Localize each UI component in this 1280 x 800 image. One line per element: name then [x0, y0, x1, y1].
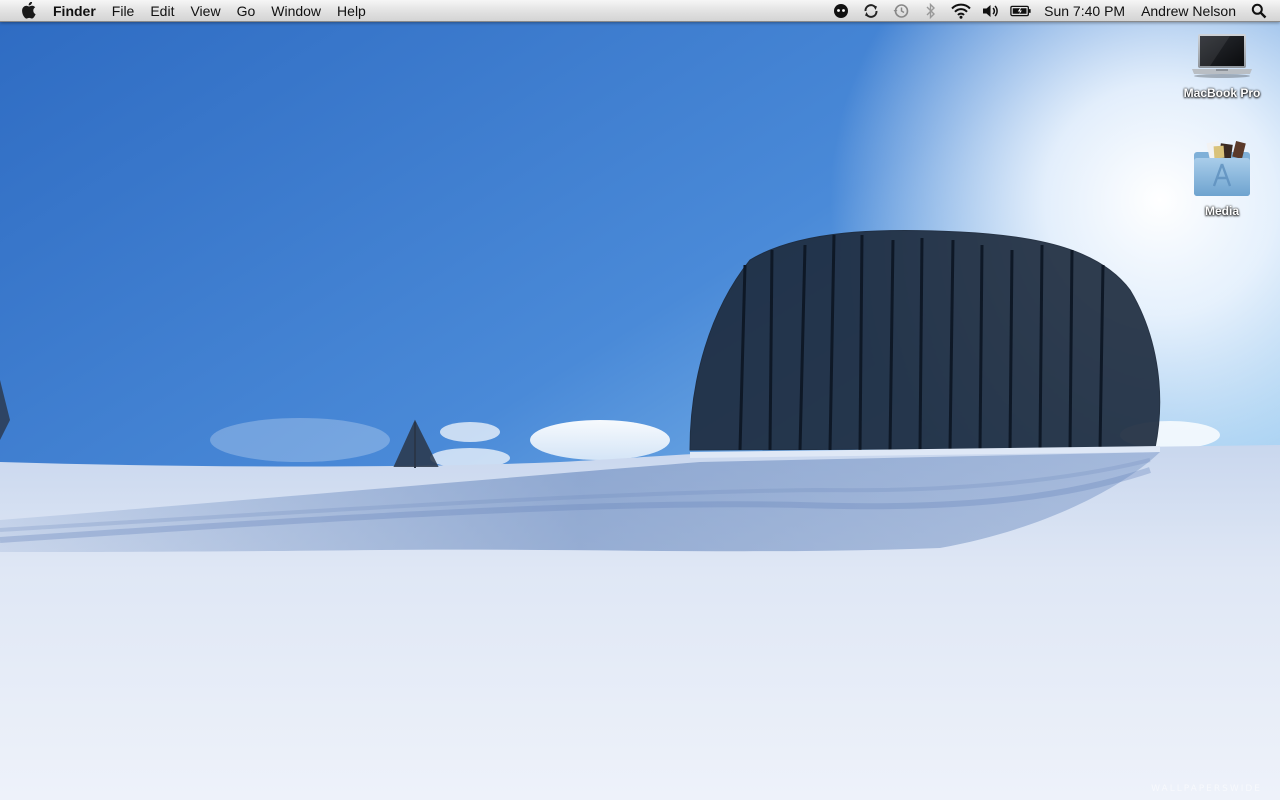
wifi-icon[interactable] [950, 0, 972, 22]
apple-logo-icon[interactable] [17, 0, 39, 22]
folder-icon [1194, 140, 1250, 196]
dropbox-icon[interactable] [830, 0, 852, 22]
desktop-icon-label: MacBook Pro [1183, 86, 1261, 100]
menu-window[interactable]: Window [263, 0, 329, 22]
menu-clock[interactable]: Sun 7:40 PM [1036, 0, 1133, 22]
menu-go[interactable]: Go [229, 0, 264, 22]
menu-help[interactable]: Help [329, 0, 374, 22]
desktop-icon-macbook-pro[interactable]: MacBook Pro [1172, 32, 1272, 100]
menu-view[interactable]: View [182, 0, 228, 22]
menu-bar-left: Finder File Edit View Go Window Help [0, 0, 374, 22]
desktop-icon-label: Media [1204, 204, 1239, 218]
desktop: Finder File Edit View Go Window Help Sun… [0, 0, 1280, 800]
wallpaper-watermark: WALLPAPERSWIDE [1151, 784, 1262, 794]
sync-icon[interactable] [860, 0, 882, 22]
menu-user-name[interactable]: Andrew Nelson [1133, 0, 1244, 22]
battery-icon[interactable] [1010, 0, 1032, 22]
menu-bar: Finder File Edit View Go Window Help Sun… [0, 0, 1280, 22]
desktop-icon-media[interactable]: Media [1172, 140, 1272, 218]
menu-app-name[interactable]: Finder [47, 0, 104, 22]
menu-edit[interactable]: Edit [142, 0, 182, 22]
time-machine-icon[interactable] [890, 0, 912, 22]
wallpaper [0, 0, 1280, 800]
menu-bar-right: Sun 7:40 PM Andrew Nelson [826, 0, 1280, 22]
menu-file[interactable]: File [104, 0, 143, 22]
laptop-icon [1192, 34, 1252, 78]
volume-icon[interactable] [980, 0, 1002, 22]
spotlight-search-icon[interactable] [1248, 0, 1270, 22]
bluetooth-icon[interactable] [920, 0, 942, 22]
